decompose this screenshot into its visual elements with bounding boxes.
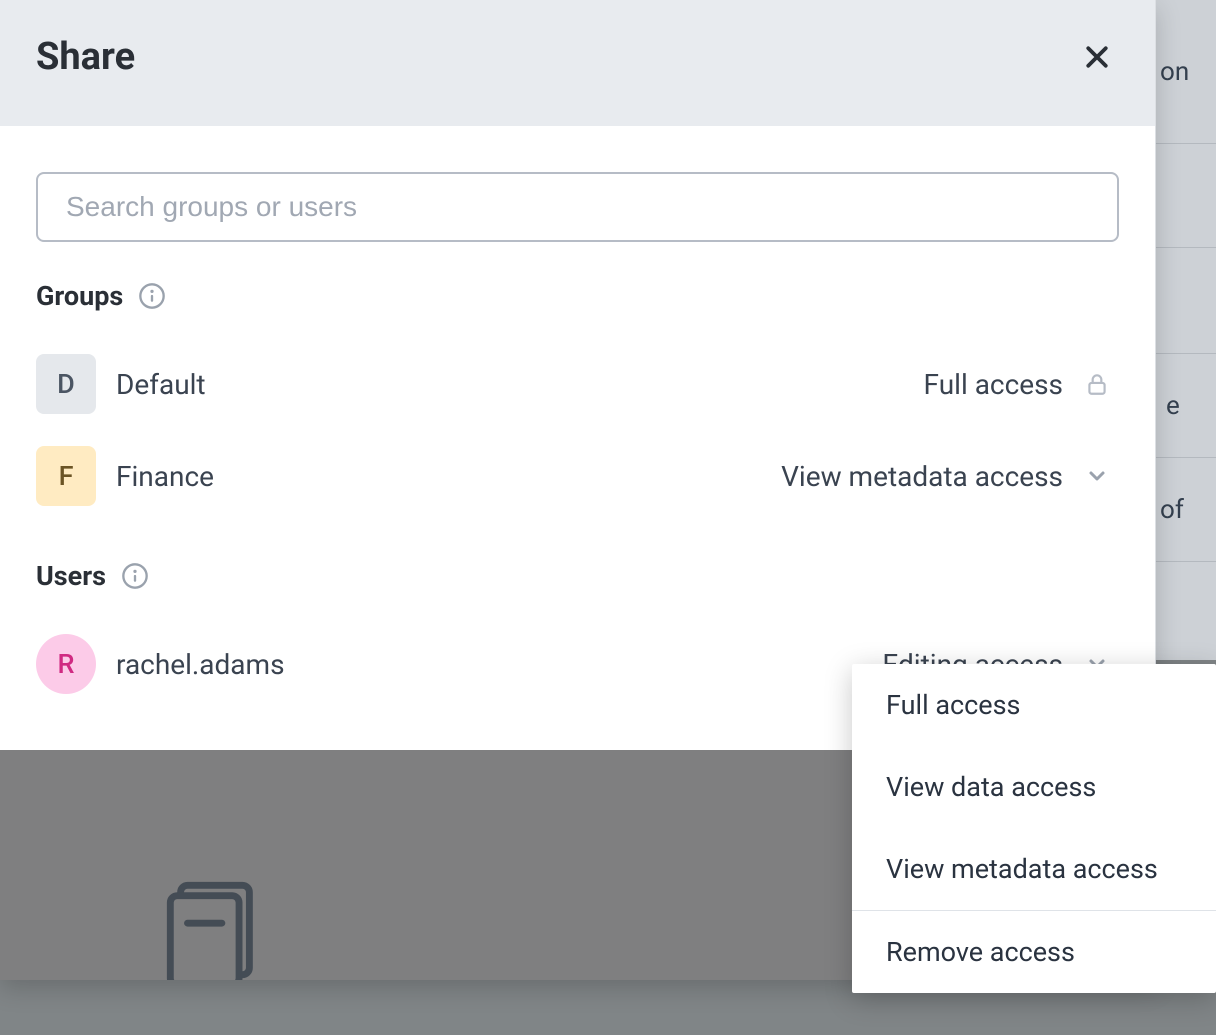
lock-icon xyxy=(1083,370,1111,398)
background-panel: on e of xyxy=(1156,0,1216,660)
groups-label: Groups xyxy=(36,280,123,312)
document-icon xyxy=(160,880,270,980)
group-row-finance: F Finance View metadata access xyxy=(36,430,1119,522)
modal-title: Share xyxy=(36,35,135,79)
avatar-initial: R xyxy=(58,648,75,680)
avatar-initial: D xyxy=(57,368,75,400)
dropdown-option-view-metadata[interactable]: View metadata access xyxy=(852,828,1216,910)
dropdown-option-remove[interactable]: Remove access xyxy=(852,911,1216,993)
user-name: rachel.adams xyxy=(116,648,862,681)
group-name: Finance xyxy=(116,460,761,493)
group-row-default: D Default Full access xyxy=(36,338,1119,430)
avatar: R xyxy=(36,634,96,694)
bg-row xyxy=(1156,248,1216,354)
info-icon[interactable] xyxy=(120,561,150,591)
dropdown-option-full[interactable]: Full access xyxy=(852,664,1216,746)
avatar: F xyxy=(36,446,96,506)
avatar-initial: F xyxy=(59,460,74,492)
dropdown-option-view-data[interactable]: View data access xyxy=(852,746,1216,828)
bg-fragment: on xyxy=(1160,57,1189,87)
bg-row: e xyxy=(1156,354,1216,458)
bg-fragment: of xyxy=(1160,495,1184,525)
access-label: Full access xyxy=(924,368,1063,401)
group-name: Default xyxy=(116,368,904,401)
bg-row xyxy=(1156,562,1216,654)
users-label: Users xyxy=(36,560,106,592)
close-button[interactable] xyxy=(1075,35,1119,79)
info-icon[interactable] xyxy=(137,281,167,311)
modal-header: Share xyxy=(0,0,1155,126)
groups-section-header: Groups xyxy=(36,280,1119,312)
modal-body: Groups D Default Full access F Finance V… xyxy=(0,126,1155,750)
access-dropdown-menu: Full access View data access View metada… xyxy=(852,664,1216,993)
close-icon xyxy=(1082,42,1112,72)
bg-row: on xyxy=(1156,0,1216,144)
bg-fragment: e xyxy=(1160,391,1180,421)
bg-row xyxy=(1156,144,1216,248)
bg-row: of xyxy=(1156,458,1216,562)
avatar: D xyxy=(36,354,96,414)
users-section-header: Users xyxy=(36,560,1119,592)
access-dropdown[interactable]: View metadata access xyxy=(781,460,1111,493)
access-label: View metadata access xyxy=(781,460,1063,493)
access-control: Full access xyxy=(924,368,1111,401)
search-input[interactable] xyxy=(36,172,1119,242)
chevron-down-icon xyxy=(1083,462,1111,490)
